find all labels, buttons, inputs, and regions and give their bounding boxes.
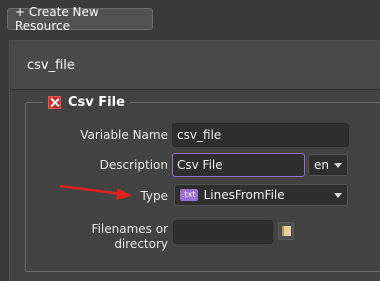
txt-file-icon: .txt [180,189,198,201]
filenames-label-line2: directory [114,237,168,251]
variable-name-input[interactable]: csv_file [172,123,349,147]
type-select[interactable]: .txt LinesFromFile [174,184,348,206]
language-value: en [314,158,329,172]
section-title: Csv File [68,94,125,110]
annotation-arrow-icon [59,184,132,200]
type-value: LinesFromFile [203,188,285,202]
chevron-down-icon [334,193,342,198]
filenames-label-line1: Filenames or [91,222,168,236]
fieldset-legend: Csv File [43,93,130,111]
variable-name-label: Variable Name [80,128,168,142]
browse-button[interactable] [278,222,294,240]
type-label: Type [140,189,168,203]
description-input[interactable]: Csv File [172,153,305,177]
filenames-label: Filenames or directory [92,222,168,252]
folder-icon [281,226,291,236]
create-new-resource-button[interactable]: + Create New Resource [7,5,153,33]
chevron-down-icon [334,163,342,168]
language-select[interactable]: en [308,154,348,176]
remove-icon[interactable] [48,95,61,109]
filenames-input[interactable] [173,220,273,244]
resource-name: csv_file [27,57,75,73]
resource-header[interactable]: csv_file [10,41,380,90]
description-label: Description [99,158,168,172]
